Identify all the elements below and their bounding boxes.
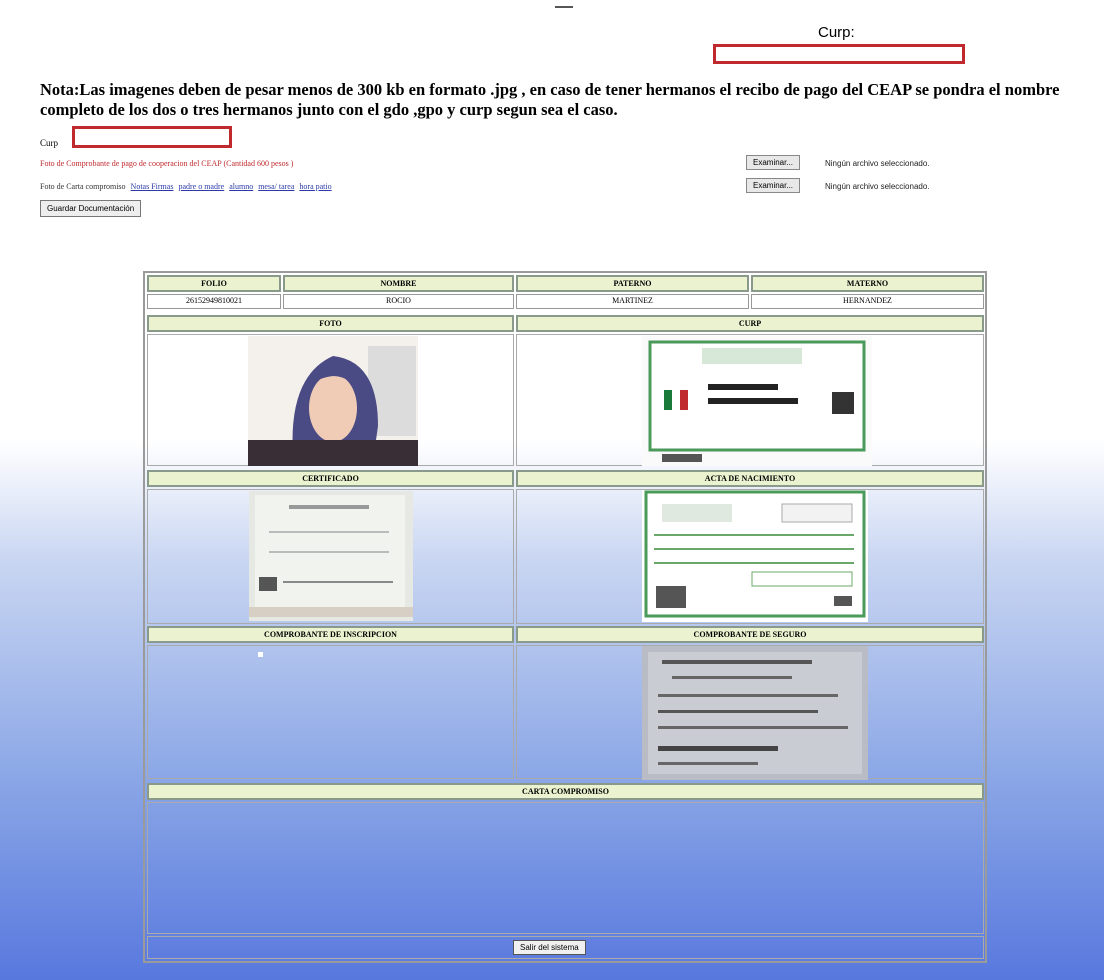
salir-button[interactable]: Salir del sistema [513,940,586,955]
no-file-text-2: Ningún archivo seleccionado. [825,182,930,191]
inscripcion-image-cell [147,645,514,779]
value-nombre: ROCIO [283,294,514,309]
foto-image[interactable] [248,336,418,466]
examinar-button-1[interactable]: Examinar... [746,155,801,170]
carta-link-alumno[interactable]: alumno [229,182,253,191]
carta-link-padre[interactable]: padre o madre [178,182,224,191]
top-divider [555,6,573,8]
section-foto-title: FOTO [147,315,514,332]
curp-top-label: Curp: [818,24,855,41]
comprobante-pago-label: Foto de Comprobante de pago de cooperaci… [40,159,294,168]
section-acta-title: ACTA DE NACIMIENTO [516,470,984,487]
acta-image[interactable] [642,490,868,622]
carta-compromiso-label-text: Foto de Carta compromiso [40,182,126,191]
section-seguro-title: COMPROBANTE DE SEGURO [516,626,984,643]
student-documents-table: FOLIO NOMBRE PATERNO MATERNO 26152949810… [143,271,987,963]
carta-compromiso-label: Foto de Carta compromiso Notas Firmas pa… [40,182,332,191]
certificado-image[interactable] [249,491,413,621]
header-nombre: NOMBRE [283,275,514,292]
curp-image-cell [516,334,984,466]
carta-link-mesa[interactable]: mesa/ tarea [258,182,294,191]
section-inscripcion-title: COMPROBANTE DE INSCRIPCION [147,626,514,643]
broken-image-icon [258,652,263,657]
guardar-documentacion-button[interactable]: Guardar Documentación [40,200,142,217]
curp-form-input[interactable] [72,126,232,148]
value-materno: HERNANDEZ [751,294,984,309]
seguro-image[interactable] [642,646,868,780]
header-paterno: PATERNO [516,275,749,292]
acta-image-cell [516,489,984,624]
section-certificado-title: CERTIFICADO [147,470,514,487]
no-file-text-1: Ningún archivo seleccionado. [825,159,930,168]
examinar-button-2[interactable]: Examinar... [746,178,801,193]
carta-link-notas[interactable]: Notas Firmas [131,182,174,191]
value-folio: 26152949810021 [147,294,281,309]
curp-form-label: Curp [40,138,58,148]
section-carta-title: CARTA COMPROMISO [147,783,984,800]
certificado-image-cell [147,489,514,624]
header-folio: FOLIO [147,275,281,292]
seguro-image-cell [516,645,984,780]
value-paterno: MARTINEZ [516,294,749,309]
nota-text: Nota:Las imagenes deben de pesar menos d… [40,80,1060,119]
section-curp-title: CURP [516,315,984,332]
curp-top-input[interactable] [713,44,965,64]
carta-image-cell [147,802,984,934]
foto-image-cell [147,334,514,466]
curp-image[interactable] [642,336,872,466]
carta-link-hora[interactable]: hora patio [299,182,331,191]
header-materno: MATERNO [751,275,984,292]
